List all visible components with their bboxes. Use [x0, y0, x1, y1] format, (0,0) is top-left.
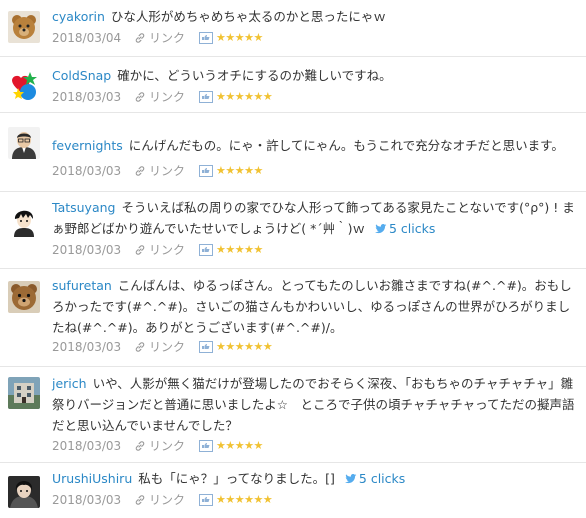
- tweet-clicks[interactable]: 5 clicks: [344, 471, 406, 486]
- comment-date: 2018/03/03: [52, 439, 122, 453]
- permalink[interactable]: リンク: [134, 162, 185, 180]
- comment-text: jerich いや、人影が無く猫だけが登場したのでおそらく深夜、「おもちゃのチャチ…: [52, 373, 580, 436]
- comment-date: 2018/03/03: [52, 493, 122, 507]
- comment-body: にんげんだもの。にゃ・許してにゃん。もうこれで充分なオチだと思います。: [128, 138, 564, 153]
- comment-item: cyakorin ひな人形がめちゃめちゃ太るのかと思ったにゃｗ 2018/03/0…: [0, 0, 586, 57]
- thumbs-up-icon: [199, 440, 214, 452]
- star-rating: ★★★★★★: [216, 340, 273, 353]
- comment-text: sufuretan こんばんは、ゆるっぽさん。とってもたのしいお雛さまですね(#^…: [52, 275, 580, 338]
- rating[interactable]: ★★★★★★: [199, 88, 273, 106]
- comment-body: 私も「にゃ？」ってなりました。[]: [138, 471, 335, 486]
- comment-meta: 2018/03/03 リンク ★★★★★: [52, 241, 263, 259]
- comment-item: jerich いや、人影が無く猫だけが登場したのでおそらく深夜、「おもちゃのチャチ…: [0, 367, 586, 463]
- comment-meta: 2018/03/03 リンク ★★★★★★: [52, 491, 273, 509]
- twitter-bird-icon: [374, 224, 387, 234]
- clicks-label: 5 clicks: [388, 221, 436, 236]
- permalink-label: リンク: [149, 31, 186, 45]
- comment-text: Tatsuyang そういえば私の周りの家でひな人形って飾ってある家見たことないで…: [52, 197, 580, 239]
- permalink[interactable]: リンク: [134, 241, 185, 259]
- permalink-label: リンク: [149, 340, 186, 354]
- thumbs-up-icon: [199, 91, 214, 103]
- rating[interactable]: ★★★★★★: [199, 491, 273, 509]
- thumbs-up-icon: [199, 32, 214, 44]
- link-icon: [135, 245, 145, 255]
- comment-meta: 2018/03/03 リンク ★★★★★: [52, 162, 263, 180]
- thumbs-up-icon: [199, 244, 214, 256]
- tweet-clicks[interactable]: 5 clicks: [374, 221, 436, 236]
- comment-username[interactable]: jerich: [52, 376, 87, 391]
- comment-item: fevernights にんげんだもの。にゃ・許してにゃん。もうこれで充分なオチだ…: [0, 113, 586, 192]
- permalink[interactable]: リンク: [134, 29, 185, 47]
- star-rating: ★★★★★★: [216, 90, 273, 103]
- anime-boy-avatar-icon[interactable]: [8, 205, 40, 237]
- rating[interactable]: ★★★★★: [199, 437, 263, 455]
- comment-username[interactable]: ColdSnap: [52, 68, 111, 83]
- comment-body: 確かに、どういうオチにするのか難しいですね。: [117, 68, 392, 83]
- building-avatar-icon[interactable]: [8, 377, 40, 409]
- permalink[interactable]: リンク: [134, 437, 185, 455]
- comment-date: 2018/03/03: [52, 340, 122, 354]
- star-rating: ★★★★★: [216, 31, 263, 44]
- comment-item: sufuretan こんばんは、ゆるっぽさん。とってもたのしいお雛さまですね(#^…: [0, 269, 586, 367]
- star-rating: ★★★★★★: [216, 493, 273, 506]
- link-icon: [135, 342, 145, 352]
- comment-date: 2018/03/03: [52, 164, 122, 178]
- heart-star-avatar-icon[interactable]: [8, 70, 40, 102]
- permalink[interactable]: リンク: [134, 338, 185, 356]
- comment-meta: 2018/03/03 リンク ★★★★★★: [52, 338, 273, 356]
- comment-body: いや、人影が無く猫だけが登場したのでおそらく深夜、「おもちゃのチャチャチャ」雛祭…: [52, 376, 575, 433]
- comment-meta: 2018/03/03 リンク ★★★★★★: [52, 88, 273, 106]
- comment-date: 2018/03/03: [52, 243, 122, 257]
- star-rating: ★★★★★: [216, 243, 263, 256]
- comment-date: 2018/03/03: [52, 90, 122, 104]
- comment-item: Tatsuyang そういえば私の周りの家でひな人形って飾ってある家見たことないで…: [0, 192, 586, 269]
- comment-item: UrushiUshiru 私も「にゃ？」ってなりました。[] 5 clicks 20…: [0, 463, 586, 518]
- permalink[interactable]: リンク: [134, 88, 185, 106]
- comment-text: cyakorin ひな人形がめちゃめちゃ太るのかと思ったにゃｗ: [52, 6, 580, 27]
- permalink-label: リンク: [149, 243, 186, 257]
- thumbs-up-icon: [199, 494, 214, 506]
- link-icon: [135, 441, 145, 451]
- twitter-bird-icon: [344, 474, 357, 484]
- star-rating: ★★★★★: [216, 164, 263, 177]
- thumbs-up-icon: [199, 341, 214, 353]
- link-icon: [135, 166, 145, 176]
- rating[interactable]: ★★★★★: [199, 241, 263, 259]
- comment-text: ColdSnap 確かに、どういうオチにするのか難しいですね。: [52, 65, 580, 86]
- comment-text: UrushiUshiru 私も「にゃ？」ってなりました。[] 5 clicks: [52, 468, 580, 489]
- comment-body: そういえば私の周りの家でひな人形って飾ってある家見たことないです(°ρ°) ! …: [52, 200, 575, 236]
- permalink-label: リンク: [149, 90, 186, 104]
- comment-username[interactable]: sufuretan: [52, 278, 112, 293]
- comment-body: ひな人形がめちゃめちゃ太るのかと思ったにゃｗ: [110, 9, 386, 24]
- comment-username[interactable]: Tatsuyang: [52, 200, 115, 215]
- comment-username[interactable]: fevernights: [52, 138, 123, 153]
- teddy-bear-avatar-icon[interactable]: [8, 281, 40, 313]
- comment-text: fevernights にんげんだもの。にゃ・許してにゃん。もうこれで充分なオチだ…: [52, 135, 580, 156]
- comment-meta: 2018/03/04 リンク ★★★★★: [52, 29, 263, 47]
- comment-list: cyakorin ひな人形がめちゃめちゃ太るのかと思ったにゃｗ 2018/03/0…: [0, 0, 586, 518]
- rating[interactable]: ★★★★★: [199, 162, 263, 180]
- teddy-bear-avatar-icon[interactable]: [8, 11, 40, 43]
- thumbs-up-icon: [199, 165, 214, 177]
- portrait-avatar-icon[interactable]: [8, 127, 40, 159]
- comment-date: 2018/03/04: [52, 31, 122, 45]
- link-icon: [135, 92, 145, 102]
- comment-item: ColdSnap 確かに、どういうオチにするのか難しいですね。 2018/03/0…: [0, 57, 586, 113]
- clicks-label: 5 clicks: [358, 471, 406, 486]
- comment-username[interactable]: cyakorin: [52, 9, 105, 24]
- link-icon: [135, 495, 145, 505]
- permalink-label: リンク: [149, 164, 186, 178]
- permalink-label: リンク: [149, 439, 186, 453]
- link-icon: [135, 33, 145, 43]
- dark-character-avatar-icon[interactable]: [8, 476, 40, 508]
- rating[interactable]: ★★★★★★: [199, 338, 273, 356]
- rating[interactable]: ★★★★★: [199, 29, 263, 47]
- star-rating: ★★★★★: [216, 439, 263, 452]
- comment-username[interactable]: UrushiUshiru: [52, 471, 132, 486]
- comment-meta: 2018/03/03 リンク ★★★★★: [52, 437, 263, 455]
- permalink-label: リンク: [149, 493, 186, 507]
- permalink[interactable]: リンク: [134, 491, 185, 509]
- comment-body: こんばんは、ゆるっぽさん。とってもたのしいお雛さまですね(#^.^#)。おもしろ…: [52, 278, 572, 335]
